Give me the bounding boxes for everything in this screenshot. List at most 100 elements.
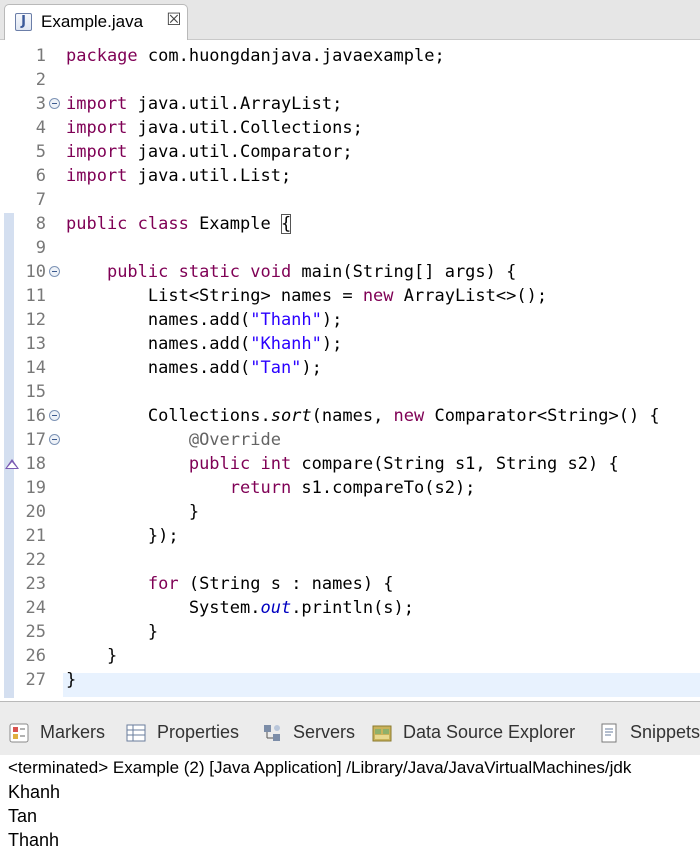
line-number: 2: [35, 70, 46, 90]
code-line[interactable]: 4 import java.util.Collections;: [0, 116, 700, 140]
code-token: import: [66, 166, 128, 186]
tab-label: Properties: [157, 722, 240, 742]
code-line[interactable]: 7: [0, 188, 700, 212]
code-line[interactable]: 9: [0, 236, 700, 260]
line-number: 22: [25, 550, 46, 570]
code-line[interactable]: 27}: [0, 668, 700, 692]
code-line[interactable]: 11 List<String> names = new ArrayList<>(…: [0, 284, 700, 308]
code-text[interactable]: names.add("Thanh");: [66, 308, 343, 332]
line-number: 3: [35, 94, 46, 114]
code-text[interactable]: System.out.println(s);: [66, 596, 414, 620]
code-token: }: [66, 622, 159, 642]
code-token: java.util.List;: [127, 166, 292, 186]
code-text[interactable]: public class Example {: [66, 212, 292, 236]
code-editor[interactable]: 1 package com.huongdanjava.javaexample; 2 3…: [0, 40, 700, 702]
tab-label: Snippets: [630, 722, 700, 742]
code-text[interactable]: import java.util.Comparator;: [66, 140, 353, 164]
code-text[interactable]: }: [66, 620, 158, 644]
code-line[interactable]: 17 @Override: [0, 428, 700, 452]
code-text[interactable]: names.add("Khanh");: [66, 332, 343, 356]
code-text[interactable]: import java.util.Collections;: [66, 116, 363, 140]
code-text[interactable]: public int compare(String s1, String s2)…: [66, 452, 619, 476]
tab-label: Data Source Explorer: [403, 722, 576, 742]
override-marker-icon[interactable]: [5, 459, 19, 469]
fold-toggle-icon[interactable]: [49, 410, 60, 421]
code-token: );: [321, 334, 343, 354]
code-line[interactable]: 24 System.out.println(s);: [0, 596, 700, 620]
code-token: names.add(: [66, 334, 251, 354]
close-icon[interactable]: ☒: [165, 11, 183, 29]
code-token: Collections.: [66, 406, 271, 426]
code-line[interactable]: 5 import java.util.Comparator;: [0, 140, 700, 164]
code-text[interactable]: Collections.sort(names, new Comparator<S…: [66, 404, 660, 428]
code-line[interactable]: 6 import java.util.List;: [0, 164, 700, 188]
editor-tab-example-java[interactable]: J Example.java ☒: [4, 4, 188, 41]
code-text[interactable]: }: [66, 668, 76, 692]
code-text[interactable]: names.add("Tan");: [66, 356, 322, 380]
code-token: System.: [66, 598, 261, 618]
line-number: 8: [35, 214, 46, 234]
code-token: }: [66, 670, 77, 690]
code-line[interactable]: 19 return s1.compareTo(s2);: [0, 476, 700, 500]
code-token: com.huongdanjava.javaexample;: [137, 46, 445, 66]
java-file-icon: J: [15, 13, 32, 31]
code-line[interactable]: 16 Collections.sort(names, new Comparato…: [0, 404, 700, 428]
code-token: }: [66, 646, 118, 666]
code-line[interactable]: 1 package com.huongdanjava.javaexample;: [0, 44, 700, 68]
line-number: 15: [25, 382, 46, 402]
line-number: 13: [25, 334, 46, 354]
code-line[interactable]: 10 public static void main(String[] args…: [0, 260, 700, 284]
code-text[interactable]: public static void main(String[] args) {: [66, 260, 516, 284]
code-text[interactable]: }: [66, 500, 199, 524]
editor-tab-title: Example.java: [41, 12, 144, 31]
fold-toggle-icon[interactable]: [49, 98, 60, 109]
line-number: 16: [25, 406, 46, 426]
code-text[interactable]: import java.util.ArrayList;: [66, 92, 342, 116]
code-line[interactable]: 2: [0, 68, 700, 92]
line-number: 25: [25, 622, 46, 642]
code-text[interactable]: List<String> names = new ArrayList<>();: [66, 284, 547, 308]
code-line[interactable]: 14 names.add("Tan");: [0, 356, 700, 380]
code-line[interactable]: 15: [0, 380, 700, 404]
code-line[interactable]: 8 public class Example {: [0, 212, 700, 236]
code-text[interactable]: @Override: [66, 428, 281, 452]
code-text[interactable]: import java.util.List;: [66, 164, 291, 188]
code-token: "Thanh": [250, 310, 322, 330]
code-token: .println(s);: [291, 598, 415, 618]
code-line[interactable]: 20 }: [0, 500, 700, 524]
code-line[interactable]: 12 names.add("Thanh");: [0, 308, 700, 332]
code-line[interactable]: 23 for (String s : names) {: [0, 572, 700, 596]
code-token: import: [66, 94, 128, 114]
code-text[interactable]: }: [66, 644, 117, 668]
code-line[interactable]: 13 names.add("Khanh");: [0, 332, 700, 356]
code-token: (String s : names) {: [178, 574, 394, 594]
code-token: names.add(: [66, 358, 251, 378]
code-token: s1.compareTo(s2);: [291, 478, 476, 498]
code-line[interactable]: 3 import java.util.ArrayList;: [0, 92, 700, 116]
code-token: public static void: [106, 262, 292, 282]
code-line[interactable]: 22: [0, 548, 700, 572]
code-line[interactable]: 25 }: [0, 620, 700, 644]
code-text[interactable]: });: [66, 524, 179, 548]
line-number: 6: [35, 166, 46, 186]
code-text[interactable]: package com.huongdanjava.javaexample;: [66, 44, 445, 68]
code-token: @Override: [188, 430, 281, 450]
code-text[interactable]: for (String s : names) {: [66, 572, 394, 596]
views-tab-bar: Markers Properties Servers Data Source E…: [0, 710, 700, 755]
code-token: java.util.Comparator;: [127, 142, 353, 162]
line-number: 12: [25, 310, 46, 330]
code-line[interactable]: 21 });: [0, 524, 700, 548]
code-text[interactable]: return s1.compareTo(s2);: [66, 476, 476, 500]
code-token: package: [66, 46, 138, 66]
line-number: 4: [35, 118, 46, 138]
code-line[interactable]: 26 }: [0, 644, 700, 668]
code-token: });: [66, 526, 179, 546]
code-line[interactable]: 18 public int compare(String s1, String …: [0, 452, 700, 476]
code-token: "Tan": [250, 358, 302, 378]
code-token: public int: [188, 454, 292, 474]
editor-tab-bar: J Example.java ☒: [0, 0, 700, 41]
fold-toggle-icon[interactable]: [49, 434, 60, 445]
fold-toggle-icon[interactable]: [49, 266, 60, 277]
console-view[interactable]: <terminated> Example (2) [Java Applicati…: [0, 755, 700, 861]
